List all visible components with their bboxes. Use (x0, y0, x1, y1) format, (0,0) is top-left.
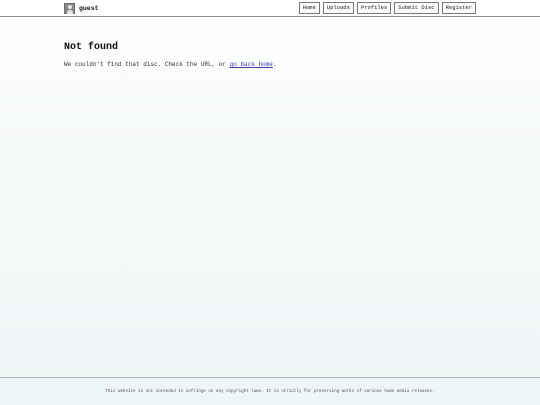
not-found-message: We couldn’t find that disc. Check the UR… (64, 61, 276, 69)
nav-uploads-button[interactable]: Uploads (322, 2, 354, 14)
message-text: We couldn’t find that disc. Check the UR… (64, 61, 230, 68)
user-avatar-icon (64, 2, 75, 14)
nav-home-button[interactable]: Home (298, 2, 320, 14)
main-nav: Home Uploads Profiles Submit Disc Regist… (298, 2, 476, 14)
nav-profiles-button[interactable]: Profiles (356, 2, 392, 14)
footer-disclaimer: This website is not intended to infringe… (105, 390, 435, 394)
username: guest (79, 4, 99, 12)
main-content: Not found We couldn’t find that disc. Ch… (64, 42, 276, 69)
nav-register-button[interactable]: Register (441, 2, 476, 14)
user-profile[interactable]: guest (64, 2, 99, 14)
nav-submit-disc-button[interactable]: Submit Disc (394, 2, 439, 14)
top-bar: guest Home Uploads Profiles Submit Disc … (0, 0, 540, 17)
message-suffix: . (272, 61, 277, 68)
page-title: Not found (64, 42, 119, 53)
go-back-home-link[interactable]: go back home (230, 61, 273, 68)
footer: This website is not intended to infringe… (0, 377, 540, 405)
